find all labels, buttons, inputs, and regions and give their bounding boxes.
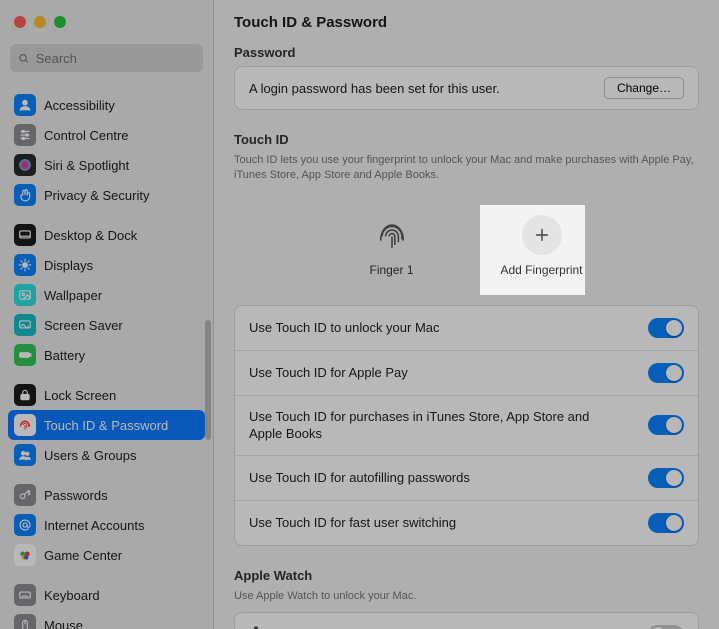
applewatch-description: Use Apple Watch to unlock your Mac. [234, 589, 699, 604]
sun-icon [14, 254, 36, 276]
apple-watch-icon [249, 626, 263, 629]
keyboard-icon [14, 584, 36, 606]
sliders-icon [14, 124, 36, 146]
screensaver-icon [14, 314, 36, 336]
search-input[interactable] [36, 51, 195, 66]
sidebar-item-label: Mouse [44, 618, 83, 629]
sidebar-item-users-groups[interactable]: Users & Groups [8, 440, 205, 470]
applewatch-heading: Apple Watch [234, 568, 699, 583]
fingerprint-icon [372, 215, 412, 255]
sidebar-list: Accessibility Control Centre Siri & Spotli… [0, 80, 213, 629]
sidebar-item-mouse[interactable]: Mouse [8, 610, 205, 629]
sidebar-item-keyboard[interactable]: Keyboard [8, 580, 205, 610]
page-title: Touch ID & Password [234, 10, 699, 45]
password-heading: Password [234, 45, 699, 60]
sidebar-item-label: Screen Saver [44, 318, 123, 333]
touchid-toggle-card: Use Touch ID to unlock your Mac Use Touch… [234, 305, 699, 546]
battery-icon [14, 344, 36, 366]
sidebar-item-desktop-dock[interactable]: Desktop & Dock [8, 220, 205, 250]
search-field[interactable] [10, 44, 203, 72]
sidebar-item-label: Lock Screen [44, 388, 116, 403]
toggle-switch[interactable] [648, 468, 684, 488]
minimize-icon[interactable] [34, 16, 46, 28]
touchid-toggle-row: Use Touch ID for purchases in iTunes Sto… [235, 395, 698, 455]
fingerprint-slot[interactable]: Finger 1 [342, 215, 442, 277]
toggle-switch[interactable] [648, 415, 684, 435]
sidebar-item-label: Wallpaper [44, 288, 102, 303]
fingerprint-label: Finger 1 [369, 263, 413, 277]
sidebar-item-screen-saver[interactable]: Screen Saver [8, 310, 205, 340]
sidebar-item-label: Internet Accounts [44, 518, 144, 533]
sidebar-item-passwords[interactable]: Passwords [8, 480, 205, 510]
touchid-toggle-row: Use Touch ID for Apple Pay [235, 350, 698, 395]
key-icon [14, 484, 36, 506]
sidebar-item-wallpaper[interactable]: Wallpaper [8, 280, 205, 310]
sidebar: Accessibility Control Centre Siri & Spotli… [0, 0, 214, 629]
dock-icon [14, 224, 36, 246]
fingerprint-row: Finger 1 Add Fingerprint [234, 191, 699, 305]
touchid-description: Touch ID lets you use your fingerprint t… [234, 153, 699, 183]
sidebar-item-siri-spotlight[interactable]: Siri & Spotlight [8, 150, 205, 180]
sidebar-item-label: Control Centre [44, 128, 129, 143]
main-pane: Touch ID & Password Password A login pas… [214, 0, 719, 629]
sidebar-item-displays[interactable]: Displays [8, 250, 205, 280]
users-icon [14, 444, 36, 466]
toggle-label: Use Touch ID to unlock your Mac [249, 319, 440, 337]
scrollbar-thumb[interactable] [205, 320, 211, 440]
sidebar-item-label: Siri & Spotlight [44, 158, 129, 173]
toggle-label: Use Touch ID for fast user switching [249, 514, 456, 532]
siri-icon [14, 154, 36, 176]
sidebar-item-touch-id-password[interactable]: Touch ID & Password [8, 410, 205, 440]
plus-icon [533, 226, 551, 244]
sidebar-item-battery[interactable]: Battery [8, 340, 205, 370]
sidebar-item-game-center[interactable]: Game Center [8, 540, 205, 570]
sidebar-item-label: Users & Groups [44, 448, 136, 463]
gamecenter-icon [14, 544, 36, 566]
toggle-switch[interactable] [648, 318, 684, 338]
toggle-label: Use Touch ID for Apple Pay [249, 364, 408, 382]
sidebar-item-label: Accessibility [44, 98, 115, 113]
sidebar-item-internet-accounts[interactable]: Internet Accounts [8, 510, 205, 540]
at-icon [14, 514, 36, 536]
person-icon [14, 94, 36, 116]
search-icon [18, 52, 30, 65]
password-card: A login password has been set for this u… [234, 66, 699, 110]
toggle-switch[interactable] [648, 363, 684, 383]
lock-icon [14, 384, 36, 406]
sidebar-item-lock-screen[interactable]: Lock Screen [8, 380, 205, 410]
sidebar-item-control-centre[interactable]: Control Centre [8, 120, 205, 150]
applewatch-toggle[interactable] [648, 625, 684, 629]
hand-icon [14, 184, 36, 206]
fingerprint-label: Add Fingerprint [500, 263, 582, 277]
toggle-switch[interactable] [648, 513, 684, 533]
window-controls [0, 0, 213, 44]
touchid-toggle-row: Use Touch ID for autofilling passwords [235, 455, 698, 500]
sidebar-item-accessibility[interactable]: Accessibility [8, 90, 205, 120]
fingerprint-red-icon [14, 414, 36, 436]
sidebar-item-label: Keyboard [44, 588, 100, 603]
applewatch-card: Apple Watch [234, 612, 699, 629]
sidebar-item-label: Touch ID & Password [44, 418, 168, 433]
sidebar-item-privacy-security[interactable]: Privacy & Security [8, 180, 205, 210]
mouse-icon [14, 614, 36, 629]
toggle-label: Use Touch ID for purchases in iTunes Sto… [249, 408, 609, 443]
sidebar-item-label: Privacy & Security [44, 188, 149, 203]
sidebar-item-label: Battery [44, 348, 85, 363]
add-fingerprint-button[interactable]: Add Fingerprint [492, 215, 592, 277]
toggle-label: Use Touch ID for autofilling passwords [249, 469, 470, 487]
image-icon [14, 284, 36, 306]
password-status: A login password has been set for this u… [249, 81, 500, 96]
sidebar-item-label: Passwords [44, 488, 108, 503]
sidebar-item-label: Game Center [44, 548, 122, 563]
touchid-heading: Touch ID [234, 132, 699, 147]
sidebar-item-label: Displays [44, 258, 93, 273]
close-icon[interactable] [14, 16, 26, 28]
touchid-toggle-row: Use Touch ID for fast user switching [235, 500, 698, 545]
sidebar-item-label: Desktop & Dock [44, 228, 137, 243]
change-password-button[interactable]: Change… [604, 77, 684, 99]
zoom-icon[interactable] [54, 16, 66, 28]
touchid-toggle-row: Use Touch ID to unlock your Mac [235, 306, 698, 350]
